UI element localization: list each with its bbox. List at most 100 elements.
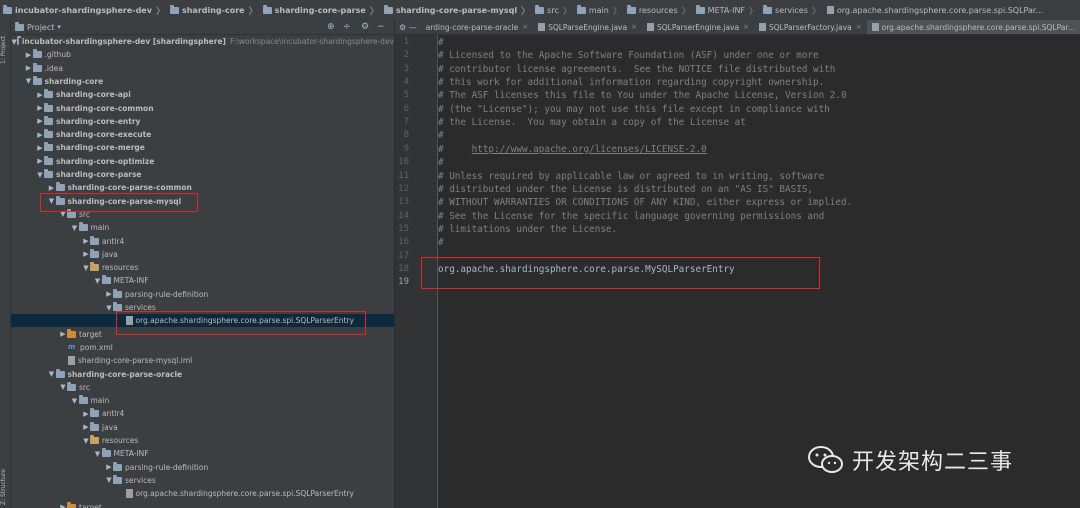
tree-item[interactable]: ▶ java	[11, 248, 394, 261]
collapse-arrow-icon[interactable]: ▶	[36, 144, 44, 152]
code-line[interactable]: # Licensed to the Apache Software Founda…	[438, 50, 819, 61]
target-icon[interactable]: ⊕	[327, 22, 335, 32]
project-panel-title[interactable]: Project	[27, 23, 54, 32]
collapse-arrow-icon[interactable]: ▶	[82, 410, 90, 418]
gear-icon[interactable]: ⚙	[361, 22, 369, 32]
breadcrumb-item[interactable]: main 〉	[574, 4, 624, 17]
breadcrumb-item[interactable]: resources 〉	[624, 4, 693, 17]
code-line[interactable]: # the License. You may obtain a copy of …	[438, 117, 746, 128]
tree-item[interactable]: ▼ sharding-core-parse	[11, 168, 394, 181]
tree-item[interactable]: ▼ src	[11, 381, 394, 394]
breadcrumb-item[interactable]: sharding-core-parse-mysql 〉	[381, 4, 532, 17]
code-line[interactable]: # (the "License"); you may not use this …	[438, 104, 830, 115]
close-icon[interactable]: ×	[631, 23, 637, 31]
breadcrumb-item[interactable]: sharding-core 〉	[167, 4, 260, 17]
collapse-arrow-icon[interactable]: ▶	[59, 330, 67, 338]
code-line[interactable]: #	[438, 157, 444, 168]
editor-tab[interactable]: SQLParserEngine.java ×	[642, 20, 754, 34]
tree-item[interactable]: ▼ main	[11, 221, 394, 234]
tree-item[interactable]: m pom.xml	[11, 341, 394, 354]
hide-icon[interactable]: −	[377, 22, 385, 32]
collapse-arrow-icon[interactable]: ▶	[105, 290, 113, 298]
collapse-arrow-icon[interactable]: ▶	[82, 423, 90, 431]
expand-arrow-icon[interactable]: ▼	[25, 77, 33, 85]
project-tool-tab[interactable]: 1: Project	[0, 24, 10, 64]
tab-settings-icon[interactable]: ⚙ —	[395, 23, 421, 32]
tree-item[interactable]: ▶ sharding-core-execute	[11, 128, 394, 141]
expand-arrow-icon[interactable]: ▼	[36, 171, 44, 179]
collapse-arrow-icon[interactable]: ▶	[82, 237, 90, 245]
collapse-arrow-icon[interactable]: ▶	[105, 463, 113, 471]
collapse-arrow-icon[interactable]: ▶	[36, 104, 44, 112]
collapse-arrow-icon[interactable]: ▶	[36, 157, 44, 165]
expand-arrow-icon[interactable]: ▼	[82, 264, 90, 272]
breadcrumb-item[interactable]: sharding-core-parse 〉	[260, 4, 381, 17]
expand-arrow-icon[interactable]: ▼	[82, 437, 90, 445]
close-icon[interactable]: ×	[522, 23, 528, 31]
code-line[interactable]: #	[438, 37, 444, 48]
tree-item[interactable]: ▶ antlr4	[11, 407, 394, 420]
chevron-down-icon[interactable]: ▾	[57, 23, 61, 31]
tree-item[interactable]: ▼ META-INF	[11, 274, 394, 287]
code-line[interactable]: # contributor license agreements. See th…	[438, 64, 835, 75]
collapse-arrow-icon[interactable]: ▶	[36, 131, 44, 139]
collapse-arrow-icon[interactable]: ▶	[36, 91, 44, 99]
collapse-icon[interactable]: ÷	[343, 22, 351, 32]
expand-arrow-icon[interactable]: ▼	[71, 224, 79, 232]
tree-item[interactable]: ▼ sharding-core-parse-oracle	[11, 368, 394, 381]
breadcrumb-item[interactable]: incubator-shardingsphere-dev 〉	[0, 4, 167, 17]
collapse-arrow-icon[interactable]: ▶	[59, 503, 67, 508]
breadcrumb-item[interactable]: src 〉	[532, 4, 574, 17]
tree-item[interactable]: ▶ sharding-core-entry	[11, 115, 394, 128]
expand-arrow-icon[interactable]: ▼	[94, 277, 102, 285]
collapse-arrow-icon[interactable]: ▶	[36, 117, 44, 125]
tree-item[interactable]: ▶ sharding-core-api	[11, 88, 394, 101]
tree-item[interactable]: ▼ main	[11, 394, 394, 407]
tree-item[interactable]: ▶ parsing-rule-definition	[11, 288, 394, 301]
tree-item[interactable]: ▼ sharding-core	[11, 75, 394, 88]
expand-arrow-icon[interactable]: ▼	[71, 397, 79, 405]
code-line[interactable]: # this work for additional information r…	[438, 77, 824, 88]
breadcrumb-item[interactable]: services 〉	[760, 4, 823, 17]
tree-item[interactable]: org.apache.shardingsphere.core.parse.spi…	[11, 487, 394, 500]
tree-item[interactable]: ▶ .idea	[11, 62, 394, 75]
breadcrumb-item[interactable]: org.apache.shardingsphere.core.parse.spi…	[823, 6, 1045, 15]
expand-arrow-icon[interactable]: ▼	[94, 450, 102, 458]
collapse-arrow-icon[interactable]: ▶	[48, 184, 56, 192]
tree-item[interactable]: ▼ resources	[11, 261, 394, 274]
tree-item[interactable]: ▶ sharding-core-merge	[11, 141, 394, 154]
tree-item[interactable]: ▶ parsing-rule-definition	[11, 461, 394, 474]
expand-arrow-icon[interactable]: ▼	[59, 383, 67, 391]
code-line[interactable]: # http://www.apache.org/licenses/LICENSE…	[438, 144, 707, 155]
tree-item[interactable]: sharding-core-parse-mysql.iml	[11, 354, 394, 367]
tree-item[interactable]: ▼ resources	[11, 434, 394, 447]
editor-tab[interactable]: SQLParseEngine.java ×	[533, 20, 642, 34]
tree-item[interactable]: ▶ target	[11, 501, 394, 508]
expand-arrow-icon[interactable]: ▼	[105, 476, 113, 484]
editor-tab[interactable]: org.apache.shardingsphere.core.parse.spi…	[866, 20, 1080, 34]
collapse-arrow-icon[interactable]: ▶	[82, 250, 90, 258]
code-line[interactable]: # The ASF licenses this file to You unde…	[438, 90, 847, 101]
collapse-arrow-icon[interactable]: ▶	[25, 64, 33, 72]
tree-item[interactable]: ▼ META-INF	[11, 447, 394, 460]
close-icon[interactable]: ×	[743, 23, 749, 31]
code-line[interactable]: # See the License for the specific langu…	[438, 211, 824, 222]
editor-tab[interactable]: SQLParserFactory.java ×	[754, 20, 867, 34]
expand-arrow-icon[interactable]: ▼	[105, 304, 113, 312]
tree-item[interactable]: ▼ incubator-shardingsphere-dev [shardings…	[11, 35, 394, 48]
code-line[interactable]: # Unless required by applicable law or a…	[438, 171, 824, 182]
license-link[interactable]: http://www.apache.org/licenses/LICENSE-2…	[472, 144, 707, 155]
code-line[interactable]: # distributed under the License is distr…	[438, 184, 813, 195]
editor-tab[interactable]: arding-core-parse-oracle ×	[421, 20, 533, 34]
code-line[interactable]: #	[438, 237, 444, 248]
tree-item[interactable]: ▶ antlr4	[11, 235, 394, 248]
tree-item[interactable]: ▶ java	[11, 421, 394, 434]
tree-item[interactable]: ▼ services	[11, 474, 394, 487]
tree-item[interactable]: ▶ sharding-core-common	[11, 102, 394, 115]
tree-item[interactable]: ▶ sharding-core-optimize	[11, 155, 394, 168]
expand-arrow-icon[interactable]: ▼	[48, 370, 56, 378]
close-icon[interactable]: ×	[856, 23, 862, 31]
structure-tool-tab[interactable]: Z: Structure	[0, 460, 10, 505]
code-line[interactable]: #	[438, 130, 444, 141]
code-line[interactable]: # WITHOUT WARRANTIES OR CONDITIONS OF AN…	[438, 197, 852, 208]
